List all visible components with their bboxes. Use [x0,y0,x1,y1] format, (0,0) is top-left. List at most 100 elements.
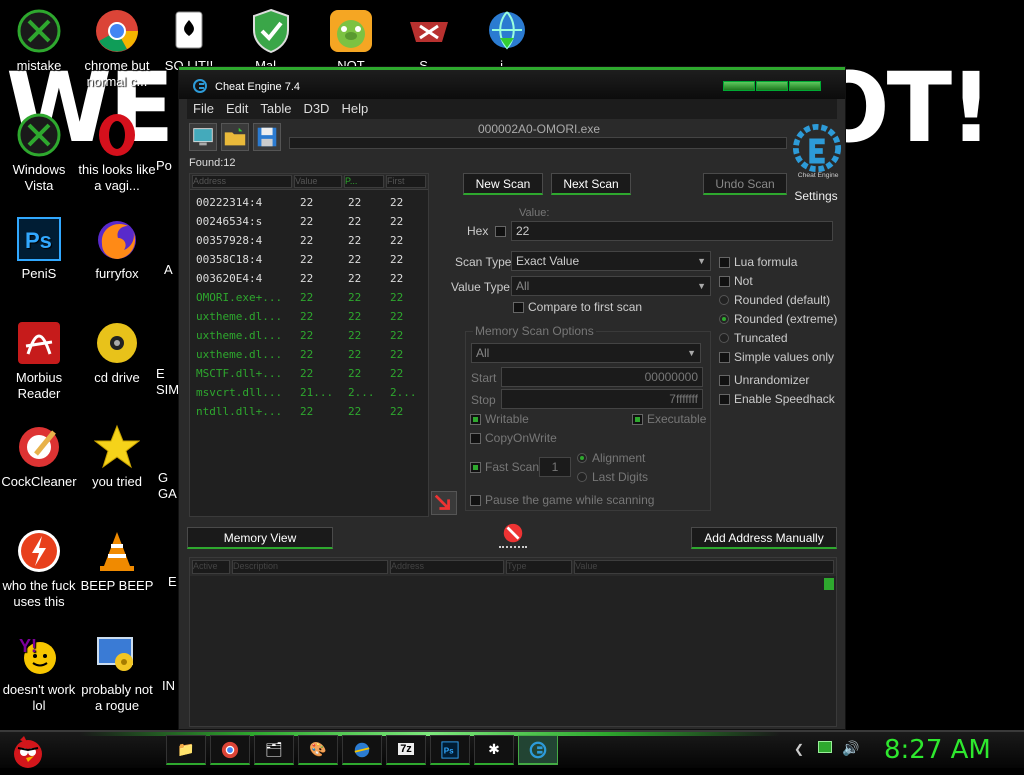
desktop-icon-morbius-reader[interactable]: Morbius Reader [0,320,78,402]
desktop-icon-so-lit[interactable]: SO LIT!! [154,8,224,74]
add-selected-to-list-button[interactable] [431,491,457,515]
desktop-icon-doesnt-work[interactable]: Y! doesn't work lol [0,632,78,714]
result-row[interactable]: ntdll.dll+... 22 22 22 [190,402,428,421]
menu-file[interactable]: File [187,99,220,116]
desktop-icon-you-tried[interactable]: you tried [78,424,156,490]
writable-checkbox[interactable] [470,414,481,425]
fast-scan-alignment-input[interactable]: 1 [539,457,571,477]
desktop-icon-cockcleaner[interactable]: CockCleaner [0,424,78,490]
taskbar-chrome-button[interactable] [210,735,250,765]
taskbar-7zip-button[interactable]: 7z [386,735,426,765]
unrandomizer-checkbox[interactable] [719,375,730,386]
result-row[interactable]: msvcrt.dll... 21... 2... 2... [190,383,428,402]
desktop-icon-opera[interactable]: this looks like a vagi... [78,112,156,194]
close-button[interactable] [789,81,821,91]
result-row[interactable]: 00222314:4 22 22 22 [190,193,428,212]
taskbar-paint-button[interactable]: 🎨 [298,735,338,765]
save-button[interactable] [253,123,281,151]
memory-view-button[interactable]: Memory View [187,527,333,549]
desktop-icon-s[interactable]: S... [390,8,468,74]
value-type-select[interactable]: All ▼ [511,276,711,296]
taskbar-folder-button[interactable]: 📁 [166,735,206,765]
settings-label[interactable]: Settings [791,189,841,203]
column-active[interactable]: Active [192,560,230,574]
taskbar-ie-button[interactable] [342,735,382,765]
new-scan-button[interactable]: New Scan [463,173,543,195]
maximize-button[interactable] [756,81,788,91]
desktop-icon-not-a-rogue[interactable]: probably not a rogue [78,632,156,714]
result-row[interactable]: uxtheme.dl... 22 22 22 [190,326,428,345]
desktop-icon-windows-vista[interactable]: Windows Vista [0,112,78,194]
result-row[interactable]: uxtheme.dl... 22 22 22 [190,307,428,326]
taskbar-spider-button[interactable]: ✱ [474,735,514,765]
column-type[interactable]: Type [506,560,572,574]
result-row[interactable]: 00246534:s 22 22 22 [190,212,428,231]
taskbar-cheat-engine-button[interactable] [518,735,558,765]
address-list[interactable]: Active Description Address Type Value [189,557,837,727]
rounded-default-radio[interactable] [719,295,729,305]
desktop-icon-cd-drive[interactable]: cd drive [78,320,156,386]
memory-region-select[interactable]: All ▼ [471,343,701,363]
column-address[interactable]: Address [192,175,292,188]
scrollbar[interactable] [824,578,834,590]
hex-checkbox[interactable] [495,226,506,237]
truncated-radio[interactable] [719,333,729,343]
column-address[interactable]: Address [390,560,504,574]
desktop-icon-chrome[interactable]: chrome but normal c... [78,8,156,90]
menu-d3d[interactable]: D3D [297,99,335,116]
desktop-icon-i[interactable]: i... [468,8,546,74]
lua-formula-checkbox[interactable] [719,257,730,268]
start-button[interactable] [8,732,48,770]
desktop-icon-mal[interactable]: Mal... [232,8,310,74]
stop-address-input[interactable]: 7fffffff [501,389,703,409]
desktop-icon-furryfox[interactable]: furryfox [78,216,156,282]
minimize-button[interactable] [723,81,755,91]
desktop-icon-who-uses-this[interactable]: who the fuck uses this [0,528,78,610]
undo-scan-button[interactable]: Undo Scan [703,173,787,195]
title-bar[interactable]: Cheat Engine 7.4 [179,67,845,99]
clear-list-button[interactable] [499,522,527,548]
next-scan-button[interactable]: Next Scan [551,173,631,195]
desktop-icon-not[interactable]: NOT [312,8,390,74]
menu-table[interactable]: Table [254,99,297,116]
result-row[interactable]: 00357928:4 22 22 22 [190,231,428,250]
desktop-icon-beep-beep[interactable]: BEEP BEEP [78,528,156,594]
fast-scan-checkbox[interactable] [470,462,481,473]
show-hidden-icons-button[interactable]: ❮ [794,742,804,756]
pause-game-checkbox[interactable] [470,495,481,506]
start-address-input[interactable]: 00000000 [501,367,703,387]
desktop-icon-penis[interactable]: Ps PeniS [0,216,78,282]
compare-first-checkbox[interactable] [513,302,524,313]
speedhack-checkbox[interactable] [719,394,730,405]
open-file-button[interactable] [221,123,249,151]
result-row[interactable]: uxtheme.dl... 22 22 22 [190,345,428,364]
column-value[interactable]: Value [574,560,834,574]
executable-checkbox[interactable] [632,414,643,425]
add-address-manually-button[interactable]: Add Address Manually [691,527,837,549]
simple-values-checkbox[interactable] [719,352,730,363]
column-description[interactable]: Description [232,560,388,574]
value-input[interactable]: 22 [511,221,833,241]
scan-results-list[interactable]: Address Value P... First 00222314:4 22 22 2… [189,173,429,517]
volume-icon[interactable]: 🔊 [842,740,859,757]
select-process-button[interactable] [189,123,217,151]
rounded-extreme-radio[interactable] [719,314,729,324]
column-previous[interactable]: P... [344,175,384,188]
result-row[interactable]: 003620E4:4 22 22 22 [190,269,428,288]
menu-help[interactable]: Help [335,99,374,116]
column-first[interactable]: First [386,175,426,188]
result-row[interactable]: MSCTF.dll+... 22 22 22 [190,364,428,383]
taskbar-pictures-button[interactable]: 🗂 [254,735,294,765]
result-row[interactable]: 00358C18:4 22 22 22 [190,250,428,269]
not-checkbox[interactable] [719,276,730,287]
clock[interactable]: 8:27 AM [884,735,991,765]
copy-on-write-checkbox[interactable] [470,433,481,444]
last-digits-radio[interactable] [577,472,587,482]
menu-edit[interactable]: Edit [220,99,254,116]
alignment-radio[interactable] [577,453,587,463]
column-value[interactable]: Value [294,175,342,188]
scan-type-select[interactable]: Exact Value ▼ [511,251,711,271]
result-row[interactable]: OMORI.exe+... 22 22 22 [190,288,428,307]
desktop-icon-mistake[interactable]: mistake [0,8,78,74]
network-icon[interactable] [818,741,832,753]
